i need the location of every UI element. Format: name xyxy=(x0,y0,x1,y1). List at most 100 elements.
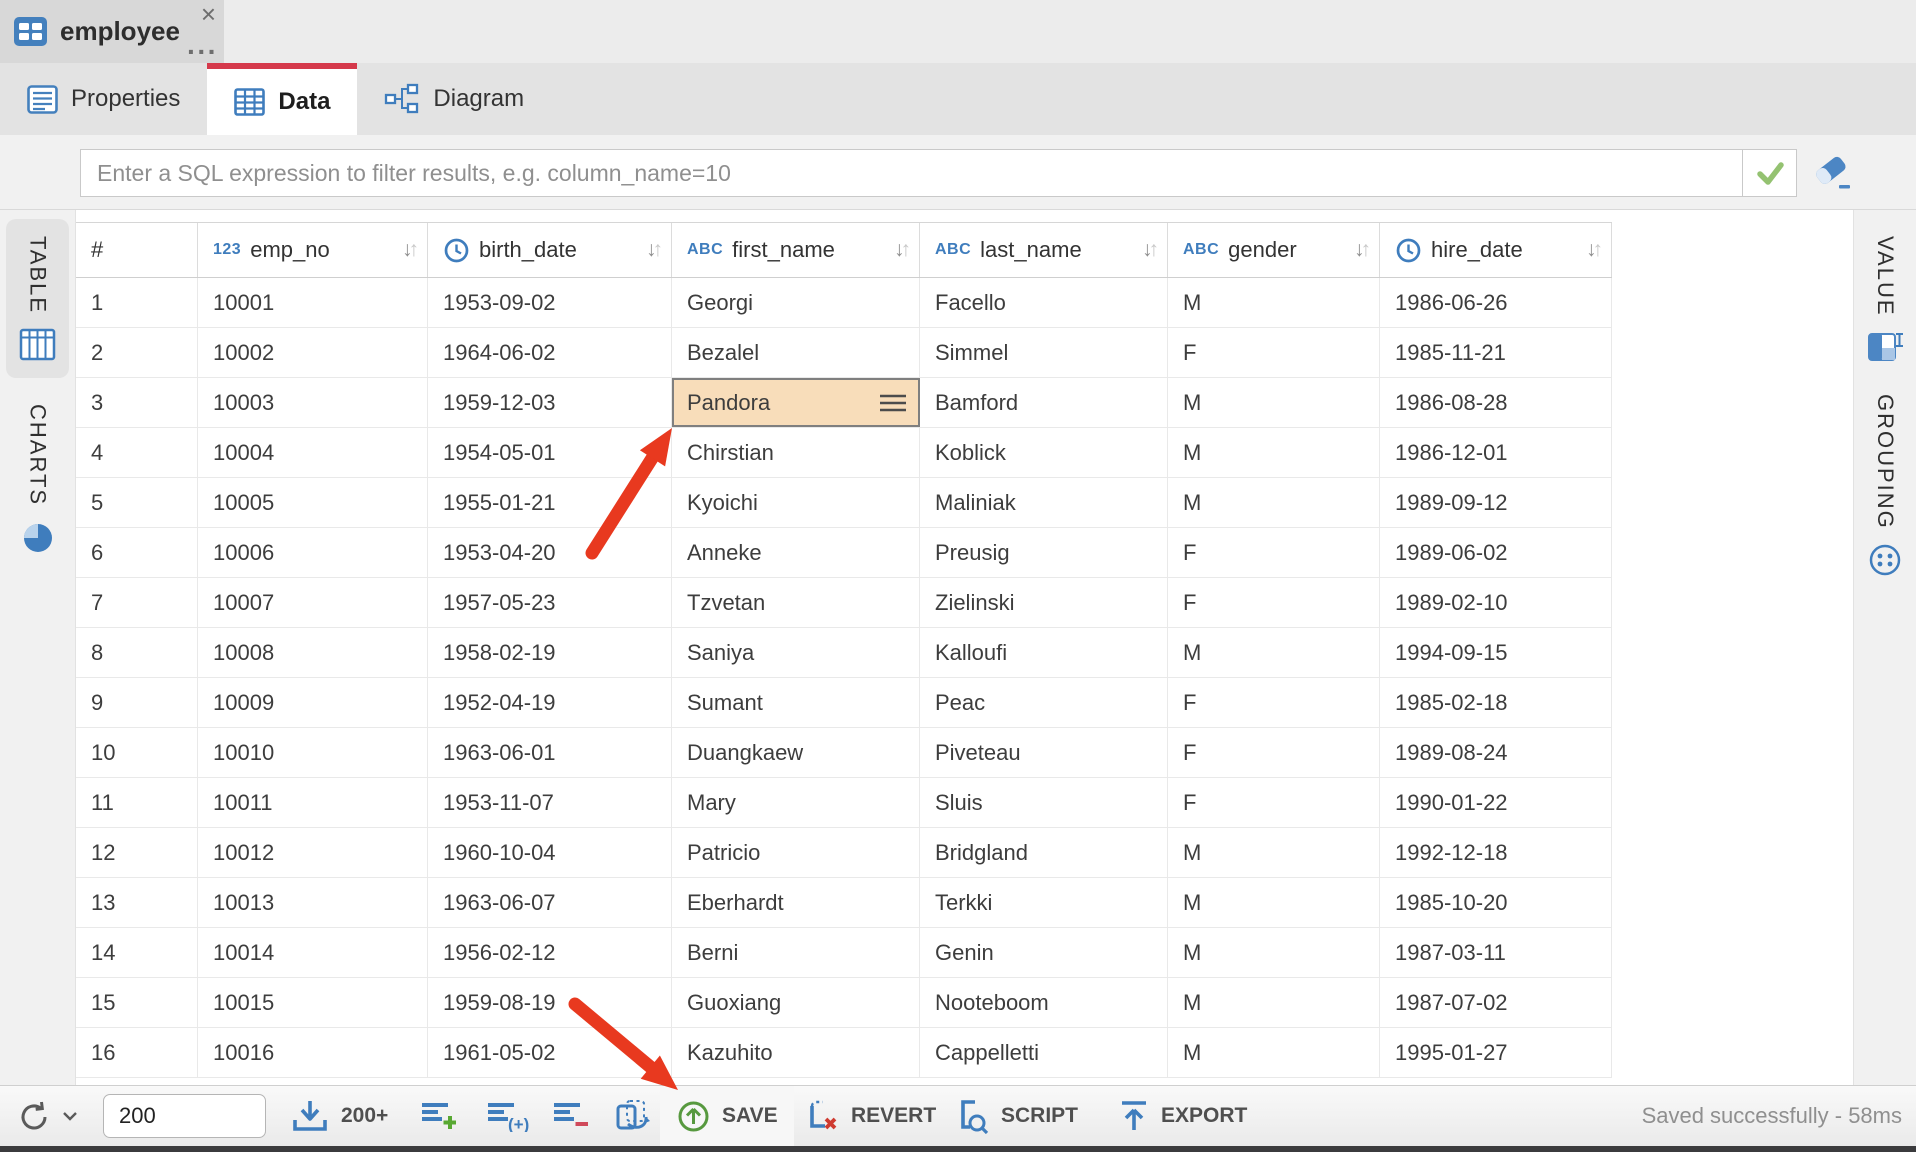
refresh-menu-button[interactable] xyxy=(16,1086,77,1146)
grid-cell[interactable]: Patricio xyxy=(672,828,920,877)
grid-cell[interactable]: Georgi xyxy=(672,278,920,327)
row-number-cell[interactable]: 6 xyxy=(76,528,198,577)
grid-cell[interactable]: M xyxy=(1168,628,1380,677)
grid-cell[interactable]: Nooteboom xyxy=(920,978,1168,1027)
grid-cell[interactable]: 10006 xyxy=(198,528,428,577)
grid-cell[interactable]: 1992-12-18 xyxy=(1380,828,1612,877)
rail-tab-table[interactable]: TABLE xyxy=(6,219,69,378)
grid-cell[interactable]: 1953-09-02 xyxy=(428,278,672,327)
grid-cell[interactable]: Sluis xyxy=(920,778,1168,827)
grid-cell[interactable]: 1987-03-11 xyxy=(1380,928,1612,977)
editor-tab-employee[interactable]: employee × ··· xyxy=(0,0,224,63)
column-header-hire_date[interactable]: hire_date↓↑ xyxy=(1380,223,1612,277)
grid-cell[interactable]: 1994-09-15 xyxy=(1380,628,1612,677)
tab-diagram[interactable]: Diagram xyxy=(357,63,551,135)
grid-cell[interactable]: M xyxy=(1168,928,1380,977)
grid-cell[interactable]: 10003 xyxy=(198,378,428,427)
grid-cell[interactable]: Preusig xyxy=(920,528,1168,577)
grid-cell[interactable]: M xyxy=(1168,978,1380,1027)
grid-cell[interactable]: 1953-04-20 xyxy=(428,528,672,577)
row-number-cell[interactable]: 14 xyxy=(76,928,198,977)
grid-cell[interactable]: 1989-02-10 xyxy=(1380,578,1612,627)
grid-cell[interactable]: 1990-01-22 xyxy=(1380,778,1612,827)
sort-icon[interactable]: ↓↑ xyxy=(1142,238,1159,262)
grid-cell[interactable]: 10016 xyxy=(198,1028,428,1077)
grid-cell[interactable]: 1985-02-18 xyxy=(1380,678,1612,727)
row-number-cell[interactable]: 9 xyxy=(76,678,198,727)
grid-cell[interactable]: Genin xyxy=(920,928,1168,977)
grid-cell[interactable]: 1952-04-19 xyxy=(428,678,672,727)
fetch-next-page-button[interactable]: 200+ xyxy=(290,1086,388,1146)
grid-cell[interactable]: Maliniak xyxy=(920,478,1168,527)
grid-cell[interactable]: Facello xyxy=(920,278,1168,327)
grid-cell[interactable]: 10007 xyxy=(198,578,428,627)
sort-icon[interactable]: ↓↑ xyxy=(402,238,419,262)
grid-cell[interactable]: 1995-01-27 xyxy=(1380,1028,1612,1077)
grid-cell[interactable]: Bezalel xyxy=(672,328,920,377)
column-header-first_name[interactable]: ABCfirst_name↓↑ xyxy=(672,223,920,277)
add-row-button[interactable] xyxy=(420,1086,460,1146)
grid-cell[interactable]: 10014 xyxy=(198,928,428,977)
grid-cell[interactable]: 1989-09-12 xyxy=(1380,478,1612,527)
grid-cell[interactable]: F xyxy=(1168,328,1380,377)
sort-icon[interactable]: ↓↑ xyxy=(1586,238,1603,262)
grid-cell[interactable]: 1963-06-01 xyxy=(428,728,672,777)
grid-cell[interactable]: Kazuhito xyxy=(672,1028,920,1077)
grid-cell[interactable]: Terkki xyxy=(920,878,1168,927)
grid-cell[interactable]: Kalloufi xyxy=(920,628,1168,677)
grid-cell[interactable]: Bamford xyxy=(920,378,1168,427)
grid-cell[interactable]: 10011 xyxy=(198,778,428,827)
duplicate-row-button[interactable]: (+) xyxy=(486,1086,530,1146)
grid-cell[interactable]: F xyxy=(1168,528,1380,577)
grid-cell[interactable]: 1960-10-04 xyxy=(428,828,672,877)
grid-cell[interactable]: Berni xyxy=(672,928,920,977)
grid-cell[interactable]: 1963-06-07 xyxy=(428,878,672,927)
grid-cell[interactable]: 1953-11-07 xyxy=(428,778,672,827)
grid-cell[interactable]: Sumant xyxy=(672,678,920,727)
grid-cell[interactable]: 1987-07-02 xyxy=(1380,978,1612,1027)
row-number-cell[interactable]: 13 xyxy=(76,878,198,927)
tab-overflow-icon[interactable]: ··· xyxy=(187,41,218,63)
grid-cell[interactable]: Eberhardt xyxy=(672,878,920,927)
apply-filter-button[interactable] xyxy=(1742,150,1796,196)
grid-cell[interactable]: 1959-12-03 xyxy=(428,378,672,427)
rail-tab-charts[interactable]: CHARTS xyxy=(6,387,69,572)
sql-filter-input[interactable] xyxy=(81,150,1742,196)
grid-cell[interactable]: F xyxy=(1168,728,1380,777)
row-number-cell[interactable]: 1 xyxy=(76,278,198,327)
row-number-cell[interactable]: 15 xyxy=(76,978,198,1027)
grid-cell[interactable]: Tzvetan xyxy=(672,578,920,627)
row-number-cell[interactable]: 8 xyxy=(76,628,198,677)
grid-cell[interactable]: F xyxy=(1168,578,1380,627)
sort-icon[interactable]: ↓↑ xyxy=(1354,238,1371,262)
grid-cell[interactable]: Piveteau xyxy=(920,728,1168,777)
grid-cell[interactable]: Peac xyxy=(920,678,1168,727)
column-header-birth_date[interactable]: birth_date↓↑ xyxy=(428,223,672,277)
grid-cell[interactable]: 1957-05-23 xyxy=(428,578,672,627)
column-header-gender[interactable]: ABCgender↓↑ xyxy=(1168,223,1380,277)
script-button[interactable]: SCRIPT xyxy=(952,1086,1078,1146)
rail-tab-grouping[interactable]: GROUPING xyxy=(1867,394,1903,579)
row-number-cell[interactable]: 5 xyxy=(76,478,198,527)
grid-cell[interactable]: 1989-08-24 xyxy=(1380,728,1612,777)
grid-cell[interactable]: 1986-08-28 xyxy=(1380,378,1612,427)
grid-cell[interactable]: F xyxy=(1168,678,1380,727)
save-button[interactable]: SAVE xyxy=(660,1086,794,1146)
sort-icon[interactable]: ↓↑ xyxy=(646,238,663,262)
grid-cell[interactable]: M xyxy=(1168,428,1380,477)
grid-cell[interactable]: 1986-12-01 xyxy=(1380,428,1612,477)
row-number-cell[interactable]: 4 xyxy=(76,428,198,477)
row-number-cell[interactable]: 16 xyxy=(76,1028,198,1077)
grid-cell[interactable]: Kyoichi xyxy=(672,478,920,527)
cell-menu-icon[interactable] xyxy=(878,392,908,414)
grid-cell[interactable]: 1989-06-02 xyxy=(1380,528,1612,577)
grid-cell[interactable]: Mary xyxy=(672,778,920,827)
rail-tab-value[interactable]: VALUE xyxy=(1867,236,1904,364)
refresh-cell-button[interactable] xyxy=(614,1086,652,1146)
grid-cell[interactable]: 1985-11-21 xyxy=(1380,328,1612,377)
grid-cell[interactable]: 10002 xyxy=(198,328,428,377)
row-number-cell[interactable]: 12 xyxy=(76,828,198,877)
tab-data[interactable]: Data xyxy=(207,63,357,135)
grid-cell[interactable]: 1986-06-26 xyxy=(1380,278,1612,327)
row-number-cell[interactable]: 11 xyxy=(76,778,198,827)
